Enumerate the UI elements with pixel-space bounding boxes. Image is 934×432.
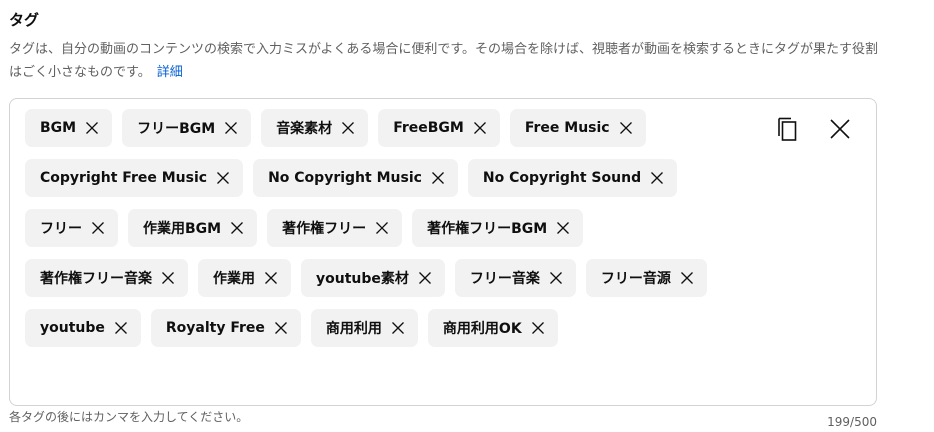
- tag-label: フリー: [40, 221, 82, 237]
- tag-label: 作業用BGM: [143, 221, 222, 237]
- remove-tag-icon[interactable]: [417, 270, 433, 286]
- tag-label: フリーBGM: [137, 121, 216, 137]
- tag-chip[interactable]: フリーBGM: [122, 109, 252, 147]
- remove-tag-icon[interactable]: [679, 270, 695, 286]
- remove-tag-icon[interactable]: [215, 170, 231, 186]
- description-text: タグは、自分の動画のコンテンツの検索で入力ミスがよくある場合に便利です。その場合…: [9, 42, 879, 80]
- character-counter: 199/500: [827, 415, 877, 429]
- remove-tag-icon[interactable]: [548, 270, 564, 286]
- tag-chip[interactable]: 商用利用OK: [427, 309, 558, 347]
- remove-tag-icon[interactable]: [229, 220, 245, 236]
- remove-tag-icon[interactable]: [649, 170, 665, 186]
- remove-tag-icon[interactable]: [374, 220, 390, 236]
- remove-tag-icon[interactable]: [223, 120, 239, 136]
- tag-label: Royalty Free: [165, 320, 265, 336]
- tag-chip[interactable]: Free Music: [509, 109, 646, 147]
- clear-all-tags-button[interactable]: [826, 115, 854, 143]
- remove-tag-icon[interactable]: [273, 320, 289, 336]
- remove-tag-icon[interactable]: [160, 270, 176, 286]
- remove-tag-icon[interactable]: [530, 320, 546, 336]
- tag-chip[interactable]: BGM: [25, 109, 113, 147]
- tag-chip[interactable]: Royalty Free: [150, 309, 301, 347]
- tag-label: 商用利用: [325, 321, 382, 337]
- tag-label: youtube: [40, 320, 105, 336]
- tag-chip[interactable]: フリー: [25, 209, 118, 247]
- tag-chip[interactable]: 作業用BGM: [128, 209, 258, 247]
- remove-tag-icon[interactable]: [263, 270, 279, 286]
- tag-chip[interactable]: 著作権フリー音楽: [25, 259, 188, 297]
- tags-input-box[interactable]: BGM フリーBGM 音楽素材 FreeBGM Free Music Copyright …: [9, 98, 877, 406]
- close-icon: [830, 119, 850, 139]
- tag-chip[interactable]: youtube素材: [301, 259, 445, 297]
- tag-label: 著作権フリー音楽: [40, 271, 152, 287]
- tag-chip[interactable]: Copyright Free Music: [25, 159, 244, 197]
- tag-label: フリー音源: [600, 271, 671, 287]
- tag-label: youtube素材: [316, 271, 409, 287]
- tag-chip[interactable]: 著作権フリーBGM: [412, 209, 584, 247]
- learn-more-link[interactable]: 詳細: [157, 65, 183, 80]
- tag-label: フリー音楽: [469, 271, 540, 287]
- remove-tag-icon[interactable]: [472, 120, 488, 136]
- tag-label: BGM: [40, 120, 77, 136]
- remove-tag-icon[interactable]: [555, 220, 571, 236]
- tag-chip[interactable]: フリー音楽: [454, 259, 576, 297]
- remove-tag-icon[interactable]: [84, 120, 100, 136]
- tag-label: Free Music: [524, 120, 610, 136]
- remove-tag-icon[interactable]: [90, 220, 106, 236]
- remove-tag-icon[interactable]: [390, 320, 406, 336]
- remove-tag-icon[interactable]: [340, 120, 356, 136]
- tag-chip[interactable]: FreeBGM: [378, 109, 500, 147]
- tag-chip[interactable]: フリー音源: [585, 259, 707, 297]
- tag-chip[interactable]: No Copyright Sound: [467, 159, 678, 197]
- remove-tag-icon[interactable]: [113, 320, 129, 336]
- tag-chip[interactable]: 商用利用: [310, 309, 418, 347]
- tag-chip[interactable]: 作業用: [198, 259, 291, 297]
- tag-label: No Copyright Music: [268, 170, 422, 186]
- tags-hint: 各タグの後にはカンマを入力してください。: [9, 410, 249, 424]
- tag-chip[interactable]: youtube: [25, 309, 141, 347]
- remove-tag-icon[interactable]: [430, 170, 446, 186]
- tag-label: 音楽素材: [276, 121, 333, 137]
- copy-icon: [778, 117, 797, 141]
- tag-label: FreeBGM: [393, 120, 464, 136]
- copy-tags-button[interactable]: [774, 115, 802, 143]
- section-title: タグ: [9, 11, 40, 29]
- tag-label: 商用利用OK: [442, 321, 522, 337]
- remove-tag-icon[interactable]: [618, 120, 634, 136]
- tag-chip[interactable]: No Copyright Music: [253, 159, 458, 197]
- tag-label: Copyright Free Music: [40, 170, 208, 186]
- tags-description: タグは、自分の動画のコンテンツの検索で入力ミスがよくある場合に便利です。その場合…: [9, 38, 889, 84]
- tag-label: No Copyright Sound: [482, 170, 642, 186]
- tag-list: BGM フリーBGM 音楽素材 FreeBGM Free Music Copyright …: [25, 109, 755, 347]
- tag-label: 著作権フリーBGM: [427, 221, 548, 237]
- tag-label: 著作権フリー: [282, 221, 367, 237]
- tag-chip[interactable]: 音楽素材: [261, 109, 369, 147]
- tag-chip[interactable]: 著作権フリー: [267, 209, 403, 247]
- tag-label: 作業用: [213, 271, 255, 287]
